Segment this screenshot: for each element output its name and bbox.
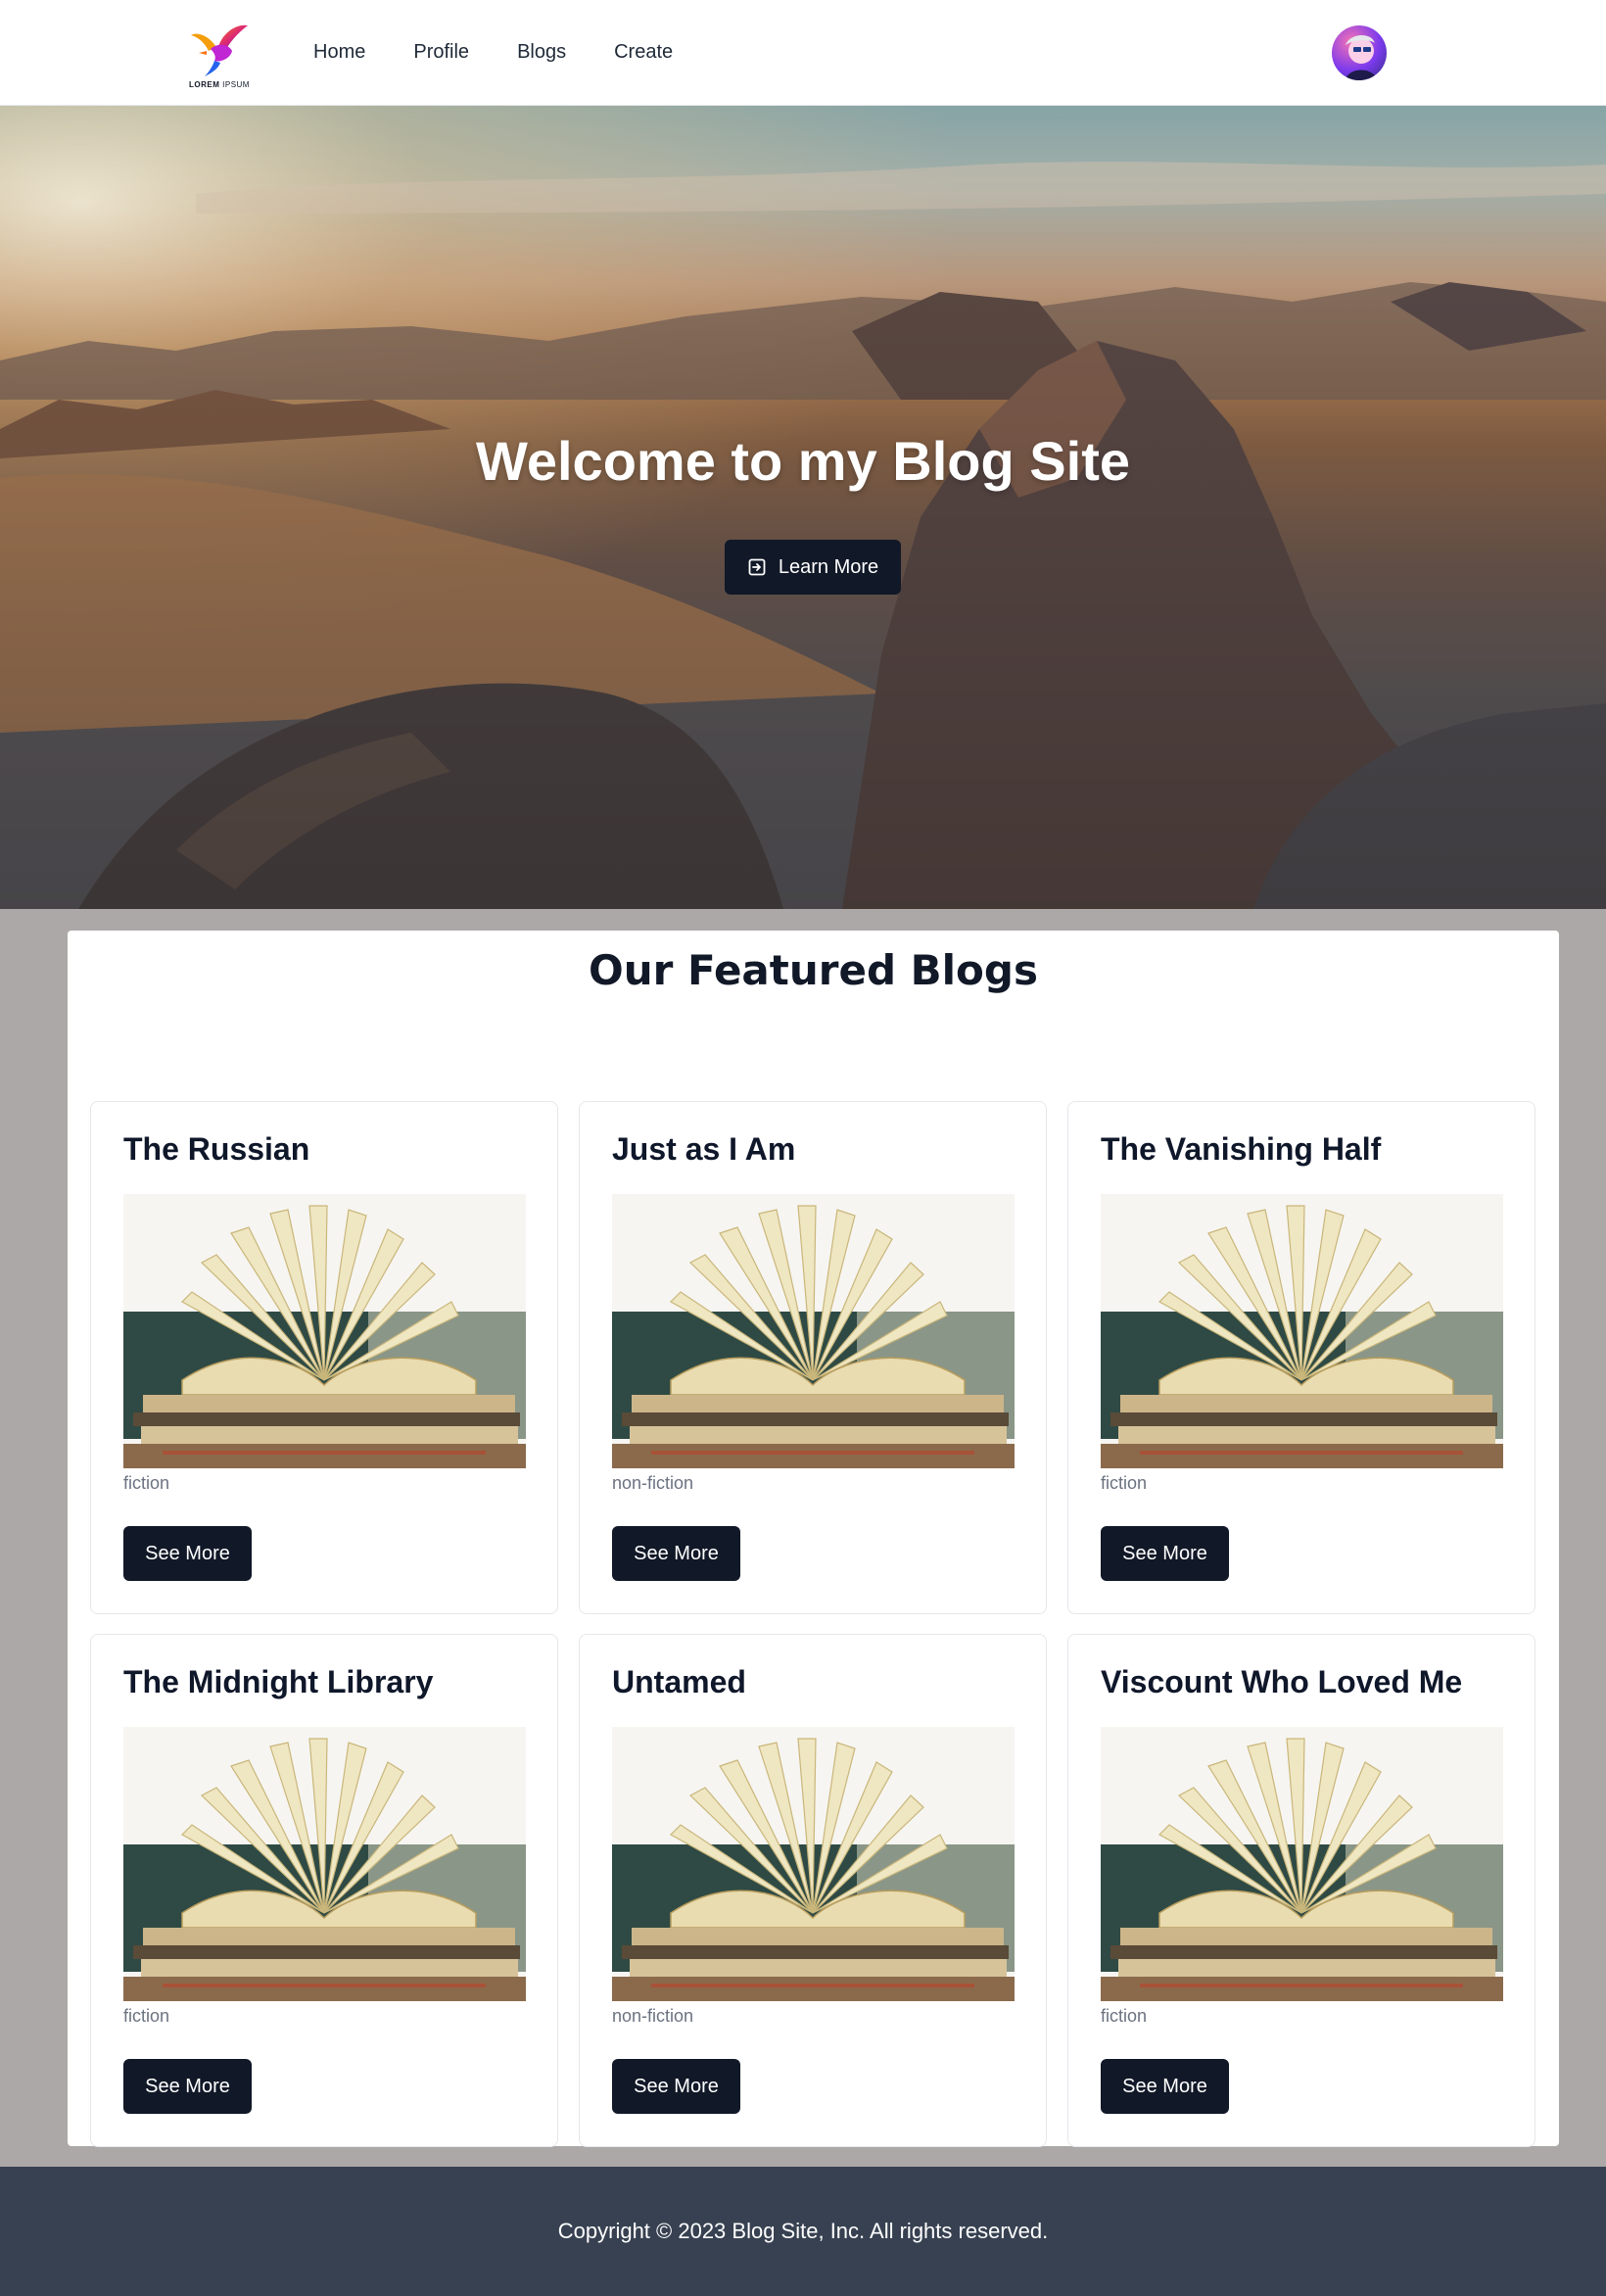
user-avatar[interactable] (1332, 25, 1387, 80)
copyright-text: Copyright © 2023 Blog Site, Inc. All rig… (557, 2219, 1049, 2243)
blog-card-title: The Russian (123, 1131, 310, 1167)
see-more-button[interactable]: See More (123, 1526, 252, 1581)
see-more-button[interactable]: See More (612, 1526, 740, 1581)
blog-card-category: fiction (1101, 2006, 1148, 2026)
logo-text: LOREM IPSUM (189, 79, 250, 89)
blog-card-category: non-fiction (612, 1473, 694, 1493)
blog-card: Viscount Who Loved Me fiction See More (1067, 1634, 1535, 2147)
blog-card-image (612, 1194, 1015, 1468)
blog-card-title: Viscount Who Loved Me (1101, 1664, 1463, 1699)
blog-card-title: Untamed (612, 1664, 746, 1699)
sign-in-icon (747, 557, 767, 577)
blog-card-title: The Midnight Library (123, 1664, 434, 1699)
main-nav: Home Profile Blogs Create (313, 41, 721, 64)
blog-card-category: non-fiction (612, 2006, 694, 2026)
blog-card-image (123, 1727, 526, 2001)
blog-card: Untamed non-fiction See More (579, 1634, 1047, 2147)
blog-card-title: The Vanishing Half (1101, 1131, 1382, 1167)
featured-title: Our Featured Blogs (589, 946, 1038, 994)
learn-more-button[interactable]: Learn More (725, 540, 901, 595)
hero-title: Welcome to my Blog Site (476, 430, 1130, 492)
hero-banner: Welcome to my Blog Site Learn More (0, 106, 1606, 909)
see-more-button[interactable]: See More (1101, 1526, 1229, 1581)
see-more-button[interactable]: See More (1101, 2059, 1229, 2114)
avatar-image (1346, 34, 1377, 80)
blog-card-image (123, 1194, 526, 1468)
see-more-button[interactable]: See More (612, 2059, 740, 2114)
blog-card-image (612, 1727, 1015, 2001)
blog-card: The Russian fiction See More (90, 1101, 558, 1614)
bird-logo-icon (191, 24, 248, 76)
desert-landscape-image (0, 106, 1606, 909)
blog-card-category: fiction (1101, 1473, 1148, 1493)
nav-link-profile[interactable]: Profile (413, 41, 469, 64)
blog-card-image (1101, 1727, 1503, 2001)
see-more-button[interactable]: See More (123, 2059, 252, 2114)
blog-card: The Vanishing Half fiction See More (1067, 1101, 1535, 1614)
featured-blogs-section: Our Featured Blogs The Russian fiction S… (68, 931, 1559, 2147)
blog-card: The Midnight Library fiction See More (90, 1634, 558, 2147)
blog-card-category: fiction (123, 1473, 170, 1493)
navbar: LOREM IPSUM Home Profile Blogs Create (0, 0, 1606, 106)
footer: Copyright © 2023 Blog Site, Inc. All rig… (0, 2167, 1606, 2296)
blog-card-title: Just as I Am (612, 1131, 796, 1167)
logo[interactable]: LOREM IPSUM (168, 12, 270, 94)
blog-card: Just as I Am non-fiction See More (579, 1101, 1047, 1614)
blog-card-category: fiction (123, 2006, 170, 2026)
learn-more-label: Learn More (778, 555, 879, 578)
nav-link-create[interactable]: Create (614, 41, 673, 64)
nav-link-home[interactable]: Home (313, 41, 365, 64)
nav-link-blogs[interactable]: Blogs (517, 41, 566, 64)
blog-card-image (1101, 1194, 1503, 1468)
